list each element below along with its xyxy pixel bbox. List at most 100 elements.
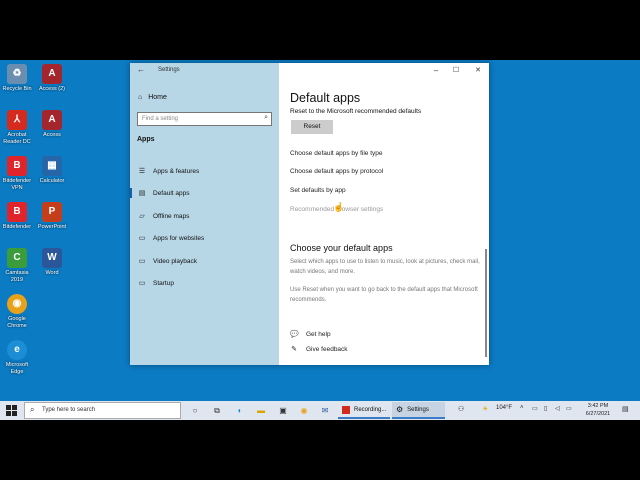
- taskbar-search-placeholder: Type here to search: [42, 407, 96, 413]
- calculator-glyph-icon: ▦: [42, 156, 62, 176]
- windows-start-icon[interactable]: [6, 405, 17, 416]
- clock-date: 6/27/2021: [585, 411, 611, 417]
- chevron-up-icon[interactable]: ˄: [520, 405, 524, 411]
- google-chrome-icon[interactable]: ◉ Google Chrome: [0, 294, 34, 329]
- find-setting-placeholder: Find a setting: [142, 116, 179, 122]
- sidebar-item-apps-features[interactable]: ☰ Apps & features: [130, 161, 279, 181]
- microsoft-edge-icon[interactable]: e Microsoft Edge: [0, 340, 34, 375]
- sidebar-section-title: Apps: [137, 136, 155, 143]
- powerpoint-glyph-icon: P: [42, 202, 62, 222]
- desktop-icon-label: Word: [45, 270, 59, 276]
- reset-button[interactable]: Reset: [291, 120, 333, 134]
- video-icon: ▭: [138, 258, 146, 265]
- bitdefender-vpn-icon[interactable]: B Bitdefender VPN: [0, 156, 34, 191]
- word-glyph-icon: W: [42, 248, 62, 268]
- link-default-apps-by-protocol[interactable]: Choose default apps by protocol: [290, 168, 383, 175]
- powerpoint-icon[interactable]: P PowerPoint: [35, 202, 69, 231]
- taskbar-search-input[interactable]: ⌕ Type here to search: [24, 402, 181, 419]
- access-2-icon[interactable]: A Access (2): [35, 64, 69, 93]
- sidebar-item-label: Startup: [153, 279, 174, 287]
- outlook-icon[interactable]: ✉: [318, 404, 332, 417]
- store-icon[interactable]: ▣: [276, 404, 290, 417]
- people-icon[interactable]: ⚇: [458, 405, 464, 413]
- choose-default-apps-heading: Choose your default apps: [290, 243, 393, 253]
- window-title: Settings: [158, 67, 180, 73]
- link-set-defaults-by-app[interactable]: Set defaults by app: [290, 187, 346, 194]
- search-icon: ⌕: [30, 405, 35, 414]
- desktop-icon-label: Google Chrome: [7, 316, 27, 329]
- camtasia-glyph-icon: C: [7, 248, 27, 268]
- home-nav-item[interactable]: ⌂ Home: [138, 94, 167, 101]
- acrobat-reader-icon[interactable]: ⅄ Acrobat Reader DC: [0, 110, 34, 145]
- recorder-icon: [342, 405, 350, 414]
- sidebar-item-label: Apps for websites: [153, 234, 205, 242]
- tray-app-icon[interactable]: ▭: [532, 405, 538, 412]
- taskbar-app-recording[interactable]: Recording...: [338, 402, 390, 419]
- access-glyph-icon: A: [42, 110, 62, 130]
- taskbar-app-settings[interactable]: ⚙ Settings: [392, 402, 445, 419]
- camtasia-icon[interactable]: C Camtasia 2019: [0, 248, 34, 283]
- edge-glyph-icon: e: [7, 340, 27, 360]
- desktop-icon-label: PowerPoint: [37, 224, 67, 230]
- acrobat-glyph-icon: ⅄: [7, 110, 27, 130]
- feedback-icon: ✎: [291, 346, 297, 353]
- screen: ♻ Recycle Bin A Access (2) ⅄ Acrobat Rea…: [0, 0, 640, 480]
- file-explorer-icon[interactable]: ▬: [254, 404, 268, 417]
- recycle-bin-icon[interactable]: ♻ Recycle Bin: [0, 64, 34, 93]
- back-arrow-icon[interactable]: ←: [137, 65, 145, 74]
- weather-temperature[interactable]: 104°F: [496, 405, 512, 411]
- weather-icon[interactable]: ☀: [482, 405, 488, 413]
- chrome-taskbar-icon[interactable]: ◉: [297, 404, 311, 417]
- bitdefender-vpn-glyph-icon: B: [7, 156, 27, 176]
- bitdefender-icon[interactable]: B Bitdefender: [0, 202, 34, 231]
- sidebar-item-startup[interactable]: ▭ Startup: [130, 273, 279, 293]
- word-icon[interactable]: W Word: [35, 248, 69, 277]
- language-icon[interactable]: ▭: [566, 405, 572, 412]
- search-icon: ⌕: [264, 114, 268, 121]
- sidebar-item-offline-maps[interactable]: ▱ Offline maps: [130, 206, 279, 226]
- letterbox-bottom: [0, 420, 640, 480]
- gear-icon: ⚙: [396, 405, 404, 414]
- give-feedback-label: Give feedback: [306, 345, 348, 353]
- page-title: Default apps: [290, 91, 361, 105]
- find-setting-input[interactable]: Find a setting ⌕: [137, 112, 272, 126]
- sidebar-item-label: Apps & features: [153, 167, 200, 175]
- volume-icon[interactable]: ◁: [555, 405, 560, 412]
- cortana-icon[interactable]: ○: [188, 404, 202, 417]
- reset-description: Use Reset when you want to go back to th…: [290, 287, 478, 303]
- desktop-icon-label: Acrobat Reader DC: [3, 132, 31, 145]
- clock-time: 3:42 PM: [587, 403, 609, 409]
- system-clock[interactable]: 3:42 PM 6/27/2021: [578, 402, 618, 418]
- help-icon: 💬: [290, 331, 299, 338]
- sidebar-item-video-playback[interactable]: ▭ Video playback: [130, 251, 279, 271]
- sidebar-item-default-apps[interactable]: ▤ Default apps: [130, 183, 279, 203]
- access-glyph-icon: A: [42, 64, 62, 84]
- settings-window: ⌂ Home Find a setting ⌕ Apps ☰ Apps & fe…: [130, 63, 489, 365]
- list-icon: ☰: [138, 168, 146, 175]
- get-help-link[interactable]: 💬 Get help: [290, 330, 331, 339]
- apps-websites-icon: ▭: [138, 235, 146, 242]
- give-feedback-link[interactable]: ✎ Give feedback: [290, 345, 348, 354]
- content-scrollbar[interactable]: [485, 249, 487, 357]
- sidebar-item-label: Video playback: [153, 257, 197, 265]
- task-view-icon[interactable]: ⧉: [210, 404, 224, 417]
- network-icon[interactable]: ▯: [544, 405, 547, 412]
- calculator-icon[interactable]: ▦ Calculator: [35, 156, 69, 185]
- desktop-icon-label: Access: [43, 132, 61, 138]
- desktop-icon-label: Bitdefender: [2, 224, 32, 230]
- desktop-icon-label: Recycle Bin: [2, 86, 32, 92]
- recording-label: Recording...: [354, 406, 387, 413]
- desktop-icon-label: Camtasia 2019: [5, 270, 29, 283]
- bitdefender-glyph-icon: B: [7, 202, 27, 222]
- desktop: ♻ Recycle Bin A Access (2) ⅄ Acrobat Rea…: [0, 60, 640, 401]
- sidebar-item-label: Offline maps: [153, 212, 190, 220]
- notifications-icon[interactable]: ▤: [622, 405, 629, 413]
- link-default-apps-by-file-type[interactable]: Choose default apps by file type: [290, 150, 383, 157]
- access-icon[interactable]: A Access: [35, 110, 69, 139]
- edge-taskbar-icon[interactable]: ◐: [233, 404, 247, 417]
- recycle-bin-glyph-icon: ♻: [7, 64, 27, 84]
- settings-sidebar: ⌂ Home Find a setting ⌕ Apps ☰ Apps & fe…: [130, 63, 279, 365]
- get-help-label: Get help: [306, 330, 331, 338]
- sidebar-item-apps-for-websites[interactable]: ▭ Apps for websites: [130, 228, 279, 248]
- chrome-glyph-icon: ◉: [7, 294, 27, 314]
